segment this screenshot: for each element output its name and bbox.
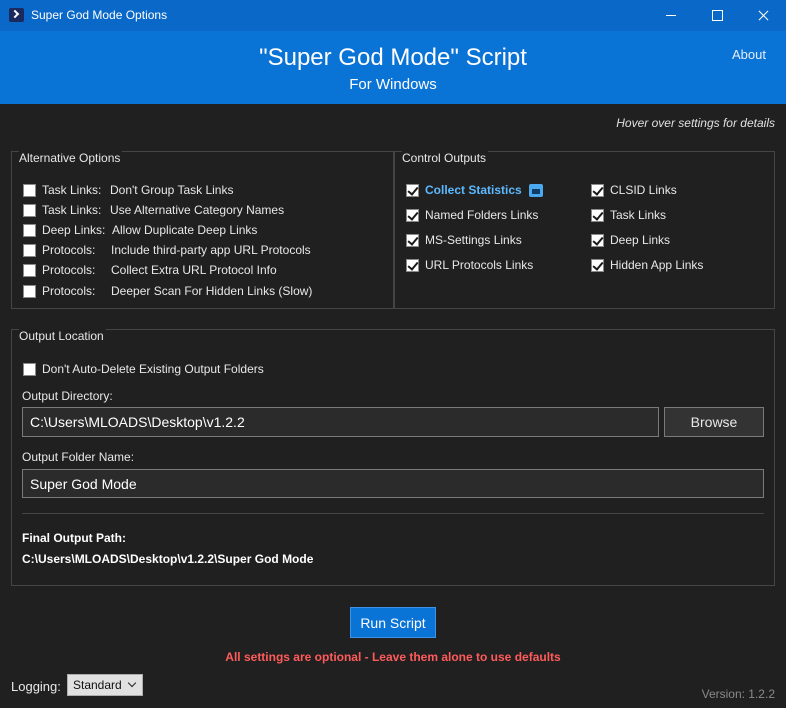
option-deep-links-duplicates[interactable]: Deep Links: Allow Duplicate Deep Links bbox=[23, 222, 257, 238]
output-url-protocols[interactable]: URL Protocols Links bbox=[406, 257, 533, 273]
final-path-label: Final Output Path: bbox=[22, 531, 126, 545]
checkbox[interactable] bbox=[23, 203, 36, 217]
run-script-button[interactable]: Run Script bbox=[350, 607, 436, 638]
output-task-links[interactable]: Task Links bbox=[591, 207, 666, 223]
output-folder-name-input[interactable]: Super God Mode bbox=[22, 469, 764, 498]
option-label: Use Alternative Category Names bbox=[110, 203, 285, 217]
output-folder-name-label: Output Folder Name: bbox=[22, 450, 135, 464]
maximize-button[interactable] bbox=[694, 0, 740, 31]
group-title: Output Location bbox=[19, 329, 106, 343]
option-label: Deeper Scan For Hidden Links (Slow) bbox=[111, 284, 313, 298]
version-label: Version: 1.2.2 bbox=[701, 687, 775, 701]
option-protocols-extra-info[interactable]: Protocols: Collect Extra URL Protocol In… bbox=[23, 262, 277, 278]
checkbox[interactable] bbox=[23, 263, 36, 277]
option-label: Don't Group Task Links bbox=[110, 183, 234, 197]
option-label: Deep Links bbox=[610, 233, 671, 247]
info-icon[interactable] bbox=[528, 183, 543, 197]
output-directory-label: Output Directory: bbox=[22, 389, 113, 403]
checkbox[interactable] bbox=[406, 208, 419, 222]
checkbox[interactable] bbox=[406, 233, 419, 247]
option-prefix: Task Links: bbox=[42, 203, 102, 217]
option-task-links-no-group[interactable]: Task Links: Don't Group Task Links bbox=[23, 182, 233, 198]
checkbox[interactable] bbox=[23, 223, 36, 237]
option-label: Hidden App Links bbox=[610, 258, 704, 272]
option-label: MS-Settings Links bbox=[425, 233, 522, 247]
output-directory-input[interactable]: C:\Users\MLOADS\Desktop\v1.2.2 bbox=[22, 407, 659, 437]
page-subtitle: For Windows bbox=[349, 76, 437, 93]
option-label: Task Links bbox=[610, 208, 667, 222]
option-protocols-third-party[interactable]: Protocols: Include third-party app URL P… bbox=[23, 242, 311, 258]
output-collect-statistics[interactable]: Collect Statistics bbox=[406, 182, 543, 198]
final-path-value: C:\Users\MLOADS\Desktop\v1.2.2\Super God… bbox=[22, 552, 314, 566]
logging-selected-value: Standard bbox=[73, 678, 122, 692]
checkbox[interactable] bbox=[406, 258, 419, 272]
option-label: Include third-party app URL Protocols bbox=[111, 243, 311, 257]
option-prefix: Deep Links: bbox=[42, 223, 106, 237]
option-protocols-deeper-scan[interactable]: Protocols: Deeper Scan For Hidden Links … bbox=[23, 283, 312, 299]
option-label: Allow Duplicate Deep Links bbox=[112, 223, 258, 237]
title-bar: Super God Mode Options bbox=[0, 0, 786, 31]
about-link[interactable]: About bbox=[732, 47, 766, 62]
option-label: Don't Auto-Delete Existing Output Folder… bbox=[42, 362, 264, 376]
hover-hint: Hover over settings for details bbox=[616, 116, 775, 130]
alternative-options-group: Alternative Options Task Links: Don't Gr… bbox=[11, 151, 394, 309]
checkbox[interactable] bbox=[591, 183, 604, 197]
no-auto-delete-option[interactable]: Don't Auto-Delete Existing Output Folder… bbox=[23, 361, 264, 377]
output-hidden-app-links[interactable]: Hidden App Links bbox=[591, 257, 703, 273]
option-label: Collect Extra URL Protocol Info bbox=[111, 263, 277, 277]
chevron-down-icon bbox=[127, 678, 137, 688]
optional-settings-note: All settings are optional - Leave them a… bbox=[225, 650, 561, 664]
checkbox[interactable] bbox=[23, 243, 36, 257]
option-label: CLSID Links bbox=[610, 183, 677, 197]
option-label: Named Folders Links bbox=[425, 208, 539, 222]
minimize-button[interactable] bbox=[648, 0, 694, 31]
checkbox[interactable] bbox=[23, 362, 36, 376]
output-clsid[interactable]: CLSID Links bbox=[591, 182, 677, 198]
browse-button[interactable]: Browse bbox=[664, 407, 764, 437]
option-prefix: Protocols: bbox=[42, 243, 96, 257]
checkbox[interactable] bbox=[591, 258, 604, 272]
output-ms-settings[interactable]: MS-Settings Links bbox=[406, 232, 522, 248]
header-banner: "Super God Mode" Script For Windows Abou… bbox=[0, 31, 786, 104]
checkbox[interactable] bbox=[591, 233, 604, 247]
group-title: Control Outputs bbox=[402, 151, 489, 165]
group-title: Alternative Options bbox=[19, 151, 123, 165]
window-title: Super God Mode Options bbox=[31, 8, 168, 22]
close-button[interactable] bbox=[740, 0, 786, 31]
option-label: Collect Statistics bbox=[425, 183, 522, 197]
checkbox[interactable] bbox=[591, 208, 604, 222]
control-outputs-group: Control Outputs Collect Statistics Named… bbox=[394, 151, 775, 309]
option-prefix: Protocols: bbox=[42, 263, 96, 277]
option-label: URL Protocols Links bbox=[425, 258, 534, 272]
checkbox[interactable] bbox=[406, 183, 419, 197]
option-prefix: Task Links: bbox=[42, 183, 102, 197]
output-named-folders[interactable]: Named Folders Links bbox=[406, 207, 538, 223]
checkbox[interactable] bbox=[23, 284, 36, 298]
output-deep-links[interactable]: Deep Links bbox=[591, 232, 670, 248]
page-title: "Super God Mode" Script bbox=[259, 44, 527, 71]
divider bbox=[22, 513, 764, 514]
logging-label: Logging: bbox=[11, 679, 61, 694]
option-task-links-alt-names[interactable]: Task Links: Use Alternative Category Nam… bbox=[23, 202, 284, 218]
checkbox[interactable] bbox=[23, 183, 36, 197]
logging-select[interactable]: Standard bbox=[67, 674, 143, 696]
powershell-icon bbox=[9, 8, 24, 22]
option-prefix: Protocols: bbox=[42, 284, 96, 298]
